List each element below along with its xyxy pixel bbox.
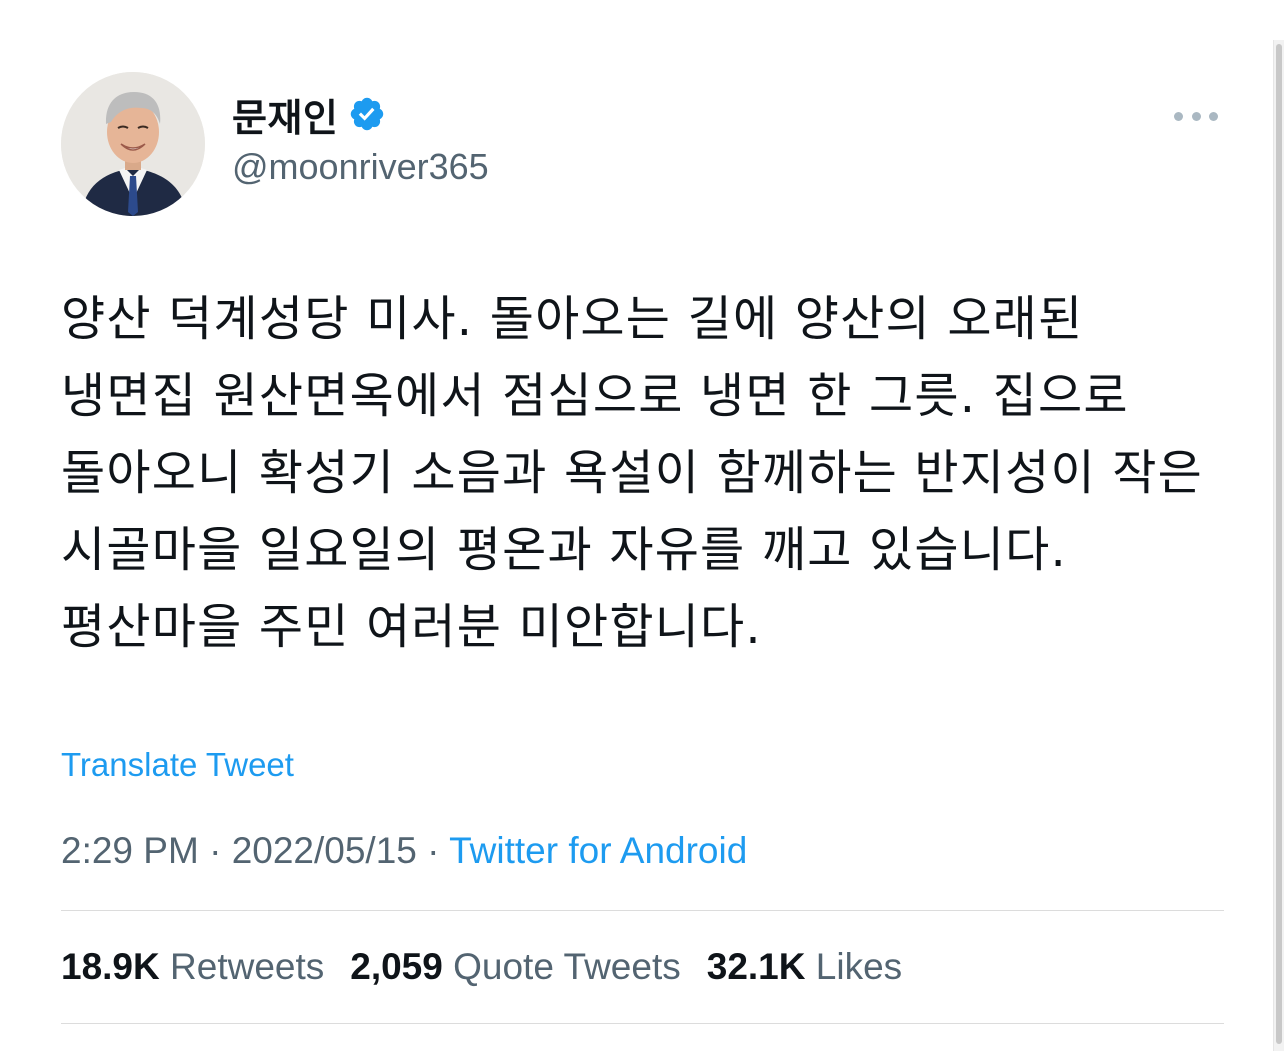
tweet-text: 양산 덕계성당 미사. 돌아오는 길에 양산의 오래된 냉면집 원산면옥에서 점… (61, 291, 1204, 655)
more-options-icon[interactable] (1174, 106, 1218, 126)
scrollbar[interactable] (1273, 40, 1284, 1051)
quote-tweets-label: Quote Tweets (453, 946, 681, 987)
display-name-row: 문재인 (232, 90, 489, 140)
tweet-stats: 18.9K Retweets 2,059 Quote Tweets 32.1K … (61, 911, 1224, 1023)
profile-photo-icon (61, 72, 205, 216)
author-handle[interactable]: @moonriver365 (232, 146, 489, 188)
likes-label: Likes (815, 946, 903, 987)
scrollbar-thumb[interactable] (1276, 44, 1282, 1044)
quote-tweets-count: 2,059 (350, 946, 443, 987)
tweet-header: 문재인 @moonriver365 (61, 72, 1224, 217)
tweet-meta: 2:29 PM · 2022/05/15 · Twitter for Andro… (61, 830, 1224, 872)
tweet-time[interactable]: 2:29 PM (61, 830, 199, 871)
retweets-stat[interactable]: 18.9K Retweets (61, 946, 324, 988)
meta-separator: · (427, 830, 440, 871)
retweets-count: 18.9K (61, 946, 160, 987)
author-names: 문재인 @moonriver365 (232, 90, 489, 188)
display-name[interactable]: 문재인 (232, 87, 338, 142)
avatar[interactable] (61, 72, 205, 216)
dot (1209, 111, 1218, 121)
dot (1174, 111, 1183, 121)
dot (1191, 111, 1201, 121)
tweet-card: 문재인 @moonriver365 양산 덕계성당 미사. 돌아오는 길에 양산… (61, 72, 1224, 1024)
meta-separator: · (209, 830, 222, 871)
quote-tweets-stat[interactable]: 2,059 Quote Tweets (350, 946, 681, 988)
translate-tweet-link[interactable]: Translate Tweet (61, 746, 294, 784)
retweets-label: Retweets (170, 946, 325, 987)
divider (61, 1023, 1224, 1024)
tweet-source-link[interactable]: Twitter for Android (449, 830, 747, 871)
tweet-date[interactable]: 2022/05/15 (232, 830, 417, 871)
likes-stat[interactable]: 32.1K Likes (707, 946, 902, 988)
verified-badge-icon (351, 97, 384, 131)
likes-count: 32.1K (706, 946, 806, 987)
